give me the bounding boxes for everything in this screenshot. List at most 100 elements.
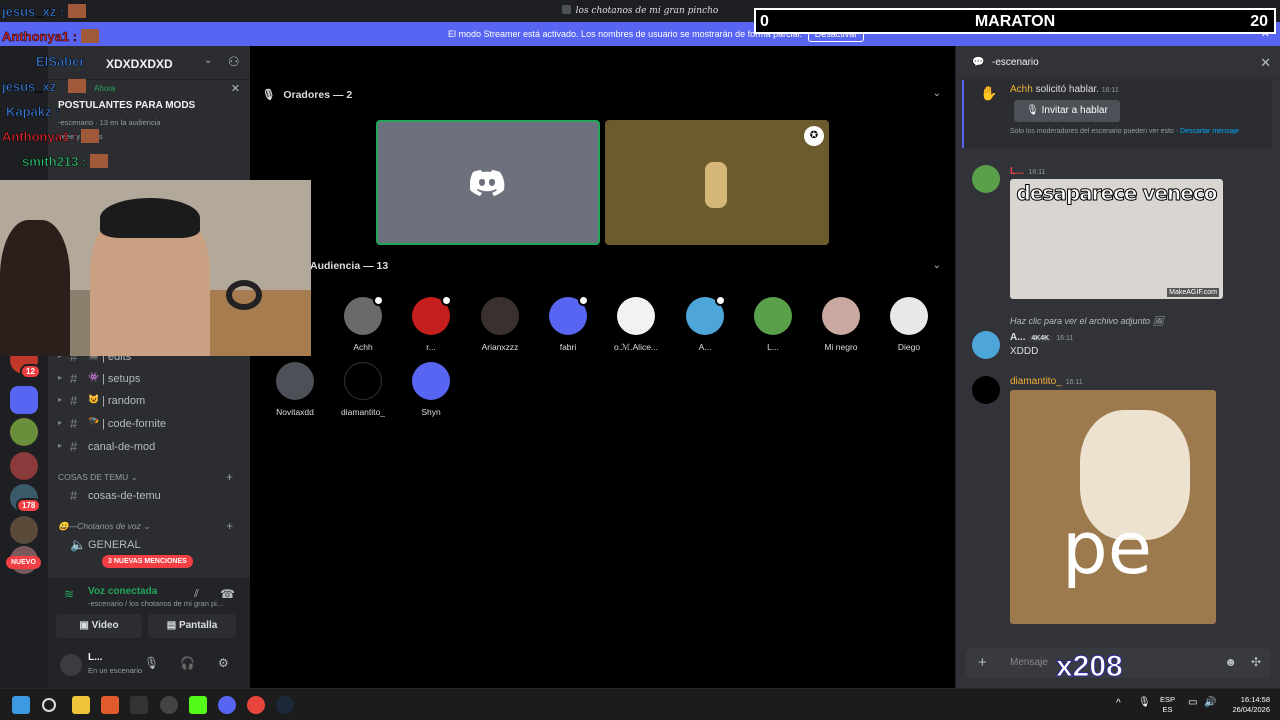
clock[interactable]: 16:14:58 26/04/2026 [1232,695,1270,715]
chevron-down-icon[interactable]: ⌄ [933,260,941,271]
avatar [276,362,314,400]
speaker-tile[interactable] [376,120,600,245]
file-explorer-icon[interactable] [72,696,90,714]
username[interactable]: L... [88,652,102,663]
speak-request: ✋ Achh solicitó hablar. 16:11 🎙 Invitar … [962,80,1272,148]
steam-icon[interactable] [276,696,294,714]
mention-badge: 178 [16,498,42,513]
audience-member[interactable]: Diego [875,297,943,352]
hash-icon: # [70,416,78,431]
disconnect-icon[interactable]: ☎ [220,587,235,601]
mic-icon[interactable]: 🎙 [144,656,159,670]
headphones-icon[interactable]: 🎧 [180,656,195,670]
avatar [344,362,382,400]
server-icon[interactable] [10,452,38,480]
message-author[interactable]: diamantito_ 16:11 [1010,376,1083,387]
volume-icon[interactable]: 🔊 [1204,698,1216,708]
network-icon[interactable]: ▭ [1188,698,1197,708]
search-icon[interactable] [42,698,56,712]
noise-suppression-icon[interactable]: ⫽ [194,588,199,601]
screen-share-button[interactable]: ▤ Pantalla [148,614,236,638]
stage-chat-panel: 💬 -escenario ✕ ✋ Achh solicitó hablar. 1… [955,46,1280,688]
audience-member[interactable]: L... [739,297,807,352]
add-member-icon[interactable]: ⚇ [228,54,240,70]
close-icon[interactable]: ✕ [1260,55,1271,71]
channel-canal-de-mod[interactable]: ▸ # canal-de-mod [58,437,242,457]
discord-icon[interactable] [218,696,236,714]
channel-label: cosas-de-temu [88,490,161,502]
message-text: XDDD [1010,346,1039,357]
add-channel-icon[interactable]: + [226,470,233,484]
apps-icon[interactable]: ✣ [1251,655,1261,669]
kick-icon[interactable] [189,696,207,714]
message-author[interactable]: A... 4K4K 16:11 [1010,332,1073,343]
server-icon[interactable] [10,386,38,414]
audience-member[interactable]: Novitaxdd [261,362,329,417]
mentions-badge[interactable]: 3 NUEVAS MENCIONES [102,555,193,568]
avatar[interactable] [972,331,1000,359]
close-icon[interactable]: ✕ [231,82,240,95]
expand-icon: ▸ [58,395,63,404]
audience-member[interactable]: Arianxzzz [466,297,534,352]
chrome-icon[interactable] [247,696,265,714]
add-attachment-icon[interactable]: + [978,654,987,671]
speakers-header[interactable]: 🎙 Oradores — 2 [262,88,352,101]
audience-member[interactable]: Shyn [397,362,465,417]
webcam-person [0,220,70,356]
message-author[interactable]: L... 16:11 [1010,166,1045,177]
avatar [481,297,519,335]
chevron-down-icon[interactable]: ⌄ [204,55,212,66]
category-cosas-de-temu[interactable]: COSAS DE TEMU ⌄ + [58,470,233,484]
avatar[interactable] [972,165,1000,193]
invite-to-speak-button[interactable]: 🎙 Invitar a hablar [1014,100,1120,122]
signal-icon: ≋ [64,587,75,601]
emoji-icon[interactable]: ☻ [1224,655,1237,669]
chat-bubble-icon: 💬 [972,57,985,68]
obs-icon[interactable] [160,696,178,714]
channel-setups[interactable]: ▸ # 👾 | setups [58,369,242,389]
add-channel-icon[interactable]: + [226,519,233,533]
audience-member[interactable]: Mi negro [807,297,875,352]
voice-channel-general[interactable]: 🔈 GENERAL [58,535,242,555]
audience-header[interactable]: Audiencia — 13 [310,260,388,272]
hash-icon: # [70,393,78,408]
audience-member[interactable]: r... [397,295,465,352]
channel-random[interactable]: ▸ # 😺 | random [58,391,242,411]
overlay-chat-line: Anthonya1 : [2,29,100,44]
audience-member[interactable]: fabri [534,295,602,352]
server-icon[interactable] [10,418,38,446]
mic-icon[interactable]: 🎙 [1138,698,1151,708]
chevron-down-icon[interactable]: ⌄ [933,88,941,99]
avatar [412,362,450,400]
speaker-tile[interactable]: ✪ [605,120,829,245]
audience-member[interactable]: A... [671,295,739,352]
avatar[interactable] [60,654,82,676]
event-meta: -escenario · 13 en la audiencia [58,118,161,127]
audience-member[interactable]: diamantito_ [329,362,397,417]
avatar[interactable] [972,376,1000,404]
app-icon[interactable] [130,696,148,714]
channel-code-fornite[interactable]: ▸ # 🪂 | code-fornite [58,414,242,434]
gif-attachment[interactable]: pe [1010,390,1216,624]
expand-icon: ▸ [58,441,63,450]
voice-channel-path[interactable]: -escenario / los chotanos de mi gran pi.… [88,599,223,608]
windows-start-icon[interactable] [12,696,30,714]
audience-member[interactable]: ᴏ.ℳ.Alice... [602,297,670,353]
event-status: Ahora [94,84,116,93]
tray-chevron-icon[interactable]: ^ [1116,699,1121,709]
gear-icon[interactable]: ⚙ [218,656,229,670]
language-indicator[interactable]: ESP ES [1160,695,1175,715]
gif-watermark: MakeAGIF.com [1167,288,1219,297]
audience-member[interactable]: Achh [329,295,397,352]
brave-icon[interactable] [101,696,119,714]
server-icon[interactable] [10,516,38,544]
voice-status[interactable]: Voz conectada [88,586,157,597]
channel-emoji: 😺 [88,394,100,404]
reply-preview[interactable]: Haz clic para ver el archivo adjunto 🖼 [1010,316,1164,327]
new-badge[interactable]: NUEVO [6,556,41,569]
category-chotanos-de-voz[interactable]: 😀—Chotanos de voz ⌄ + [58,519,233,533]
video-button[interactable]: ▣ Video [56,614,142,638]
gif-attachment[interactable]: desaparece veneco MakeAGIF.com [1010,179,1223,299]
dismiss-link[interactable]: Descartar mensaje [1180,128,1239,135]
channel-cosas-de-temu[interactable]: # cosas-de-temu [58,486,242,506]
